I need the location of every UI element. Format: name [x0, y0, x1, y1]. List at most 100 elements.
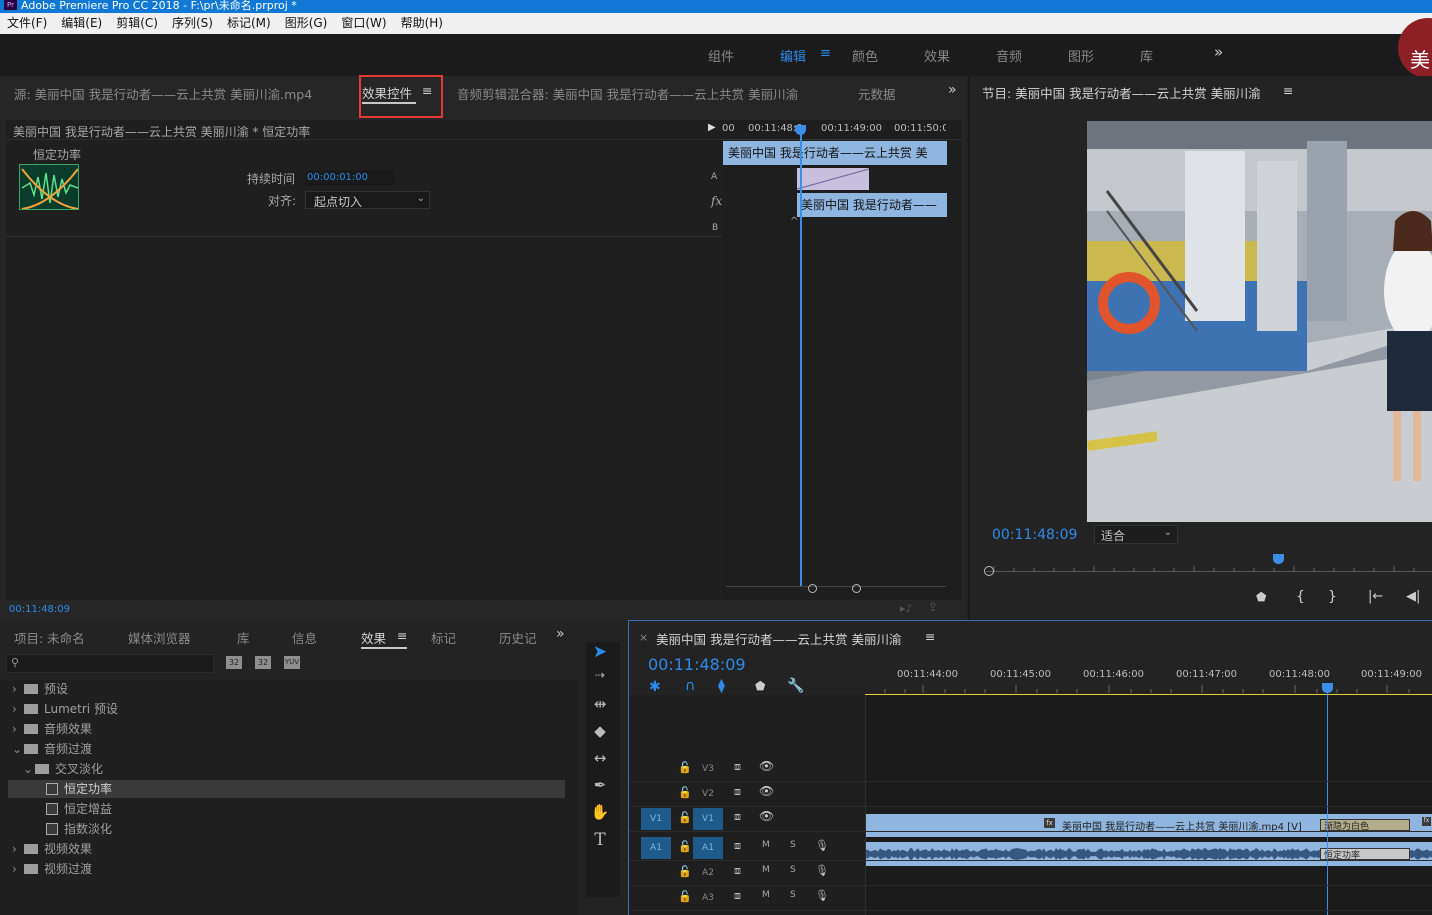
selection-tool-icon[interactable]: ➤ [588, 642, 612, 664]
mute-button[interactable]: M [762, 840, 770, 850]
wrench-icon[interactable]: 🔧 [787, 678, 804, 694]
solo-button[interactable]: S [790, 890, 796, 900]
track-target-v1[interactable]: V1 [693, 808, 723, 830]
tab-effects[interactable]: 效果 [361, 628, 386, 647]
toggle-sync-lock-icon[interactable]: ⧈ [734, 864, 741, 878]
timeline-playhead-handle[interactable] [1322, 683, 1333, 693]
program-menu-icon[interactable]: ≡ [1283, 83, 1293, 98]
chevron-down-icon[interactable]: ⌄ [23, 760, 35, 779]
track-target-a1[interactable]: A1 [693, 837, 723, 859]
effects-search-input[interactable]: ⚲ [6, 654, 214, 673]
align-dropdown[interactable]: 起点切入 ⌄ [305, 191, 430, 209]
chevron-right-icon[interactable]: › [12, 700, 24, 719]
effects-tree-item[interactable]: › Lumetri 预设 [8, 700, 565, 719]
ec-clip-b[interactable]: 美丽中国 我是行动者—— [797, 193, 947, 217]
lock-icon[interactable]: 🔓 [678, 786, 692, 799]
chevron-right-icon[interactable]: › [12, 680, 24, 699]
tab-project[interactable]: 项目: 未命名 [14, 628, 85, 647]
mark-in-icon[interactable]: { [1296, 589, 1305, 605]
step-back-icon[interactable]: ◀| [1406, 589, 1420, 604]
effects-more-icon[interactable]: » [556, 626, 565, 642]
voiceover-record-icon[interactable]: 🎙 [815, 839, 829, 852]
tab-source[interactable]: 源: 美丽中国 我是行动者——云上共赏 美丽川渝.mp4 [14, 84, 312, 103]
program-scrubber[interactable] [984, 554, 1432, 576]
marker-icon[interactable]: ⬟ [755, 679, 765, 693]
workspace-assembly[interactable]: 组件 [708, 46, 734, 65]
effects-tree-item[interactable]: ⌄ 音频过渡 [8, 740, 565, 759]
mark-out-icon[interactable]: } [1328, 589, 1337, 605]
razor-tool-icon[interactable]: ◆ [588, 722, 612, 744]
voiceover-record-icon[interactable]: 🎙 [815, 864, 829, 877]
eye-icon[interactable]: 👁 [759, 759, 774, 773]
chevron-right-icon[interactable]: › [12, 840, 24, 859]
ec-playhead[interactable] [800, 126, 802, 586]
transition-center-icon[interactable]: ^ [790, 216, 798, 227]
menu-marker[interactable]: 标记(M) [227, 16, 271, 30]
lock-icon[interactable]: 🔓 [678, 761, 692, 774]
track-select-tool-icon[interactable]: ⇢ [588, 668, 612, 690]
toggle-sync-lock-icon[interactable]: ⧈ [734, 839, 741, 853]
eye-icon[interactable]: 👁 [759, 809, 774, 823]
ec-clip-a[interactable]: 美丽中国 我是行动者——云上共赏 美 [723, 141, 947, 165]
workspace-libraries[interactable]: 库 [1140, 46, 1153, 65]
fit-dropdown[interactable]: 适合 ⌄ [1094, 525, 1178, 544]
add-marker-timeline-icon[interactable]: ⧫ [718, 678, 725, 694]
workspace-more-icon[interactable]: » [1214, 43, 1223, 61]
tab-media-browser[interactable]: 媒体浏览器 [128, 628, 191, 647]
tab-metadata[interactable]: 元数据 [858, 84, 896, 103]
duration-field[interactable]: 00:00:01:00 [305, 170, 395, 186]
toggle-sync-lock-icon[interactable]: ⧈ [734, 760, 741, 774]
ec-transition[interactable] [796, 168, 870, 190]
menu-graphics[interactable]: 图形(G) [285, 16, 328, 30]
tab-markers[interactable]: 标记 [431, 628, 456, 647]
solo-button[interactable]: S [790, 840, 796, 850]
effects-tree-item[interactable]: › 音频效果 [8, 720, 565, 739]
track-target-v3[interactable]: V3 [693, 758, 723, 780]
effects-tree-item[interactable]: 恒定功率 [8, 780, 565, 799]
effects-tree-item[interactable]: › 视频过渡 [8, 860, 565, 879]
effects-tree-item[interactable]: › 视频效果 [8, 840, 565, 859]
timeline-ruler[interactable]: 00:11:44:00 00:11:45:00 00:11:46:00 00:1… [865, 659, 1432, 696]
chevron-down-icon[interactable]: ⌄ [12, 740, 24, 759]
track-target-v2[interactable]: V2 [693, 783, 723, 805]
play-audio-icon[interactable]: ▸♪ [900, 602, 913, 615]
menu-file[interactable]: 文件(F) [7, 16, 47, 30]
workspace-graphics[interactable]: 图形 [1068, 46, 1094, 65]
menu-sequence[interactable]: 序列(S) [172, 16, 213, 30]
type-tool-icon[interactable]: T [588, 830, 612, 852]
source-patch-a1[interactable]: A1 [641, 837, 671, 859]
accelerated-effects-icon[interactable]: 32 [226, 656, 242, 669]
linked-selection-icon[interactable]: ∩ [685, 678, 695, 694]
lock-icon[interactable]: 🔓 [678, 811, 692, 824]
video-clip[interactable]: fx 美丽中国 我是行动者——云上共赏 美丽川渝.mp4 [V] 渐隐为白色 f… [866, 814, 1432, 837]
lock-icon[interactable]: 🔓 [678, 865, 692, 878]
chevron-right-icon[interactable]: › [12, 720, 24, 739]
effects-menu-icon[interactable]: ≡ [397, 628, 407, 643]
panel-more-icon[interactable]: » [948, 82, 957, 98]
mute-button[interactable]: M [762, 890, 770, 900]
source-patch-v1[interactable]: V1 [641, 808, 671, 830]
mute-button[interactable]: M [762, 865, 770, 875]
video-transition[interactable]: 渐隐为白色 [1320, 819, 1410, 832]
timeline-close-icon[interactable]: × [639, 631, 648, 644]
menu-help[interactable]: 帮助(H) [401, 16, 443, 30]
effects-tree-item[interactable]: 恒定增益 [8, 800, 565, 819]
slip-tool-icon[interactable]: ↔ [588, 749, 612, 771]
snap-icon[interactable]: ✱ [649, 679, 661, 695]
toggle-sync-lock-icon[interactable]: ⧈ [734, 785, 741, 799]
scroll-handle-left[interactable] [808, 584, 817, 593]
expand-arrow-icon[interactable]: ▶ [708, 122, 716, 133]
solo-button[interactable]: S [790, 865, 796, 875]
eye-icon[interactable]: 👁 [759, 784, 774, 798]
workspace-menu-icon[interactable]: ≡ [820, 46, 831, 61]
voiceover-record-icon[interactable]: 🎙 [815, 889, 829, 902]
toggle-sync-lock-icon[interactable]: ⧈ [734, 810, 741, 824]
workspace-editing[interactable]: 编辑 [780, 46, 806, 65]
go-to-in-icon[interactable]: |← [1368, 589, 1383, 604]
scroll-handle-right[interactable] [852, 584, 861, 593]
ec-scrollbar[interactable] [726, 584, 946, 594]
toggle-sync-lock-icon[interactable]: ⧈ [734, 889, 741, 903]
scrub-start-handle[interactable] [984, 566, 994, 576]
hand-tool-icon[interactable]: ✋ [588, 803, 612, 825]
ripple-edit-tool-icon[interactable]: ⇹ [588, 695, 612, 717]
